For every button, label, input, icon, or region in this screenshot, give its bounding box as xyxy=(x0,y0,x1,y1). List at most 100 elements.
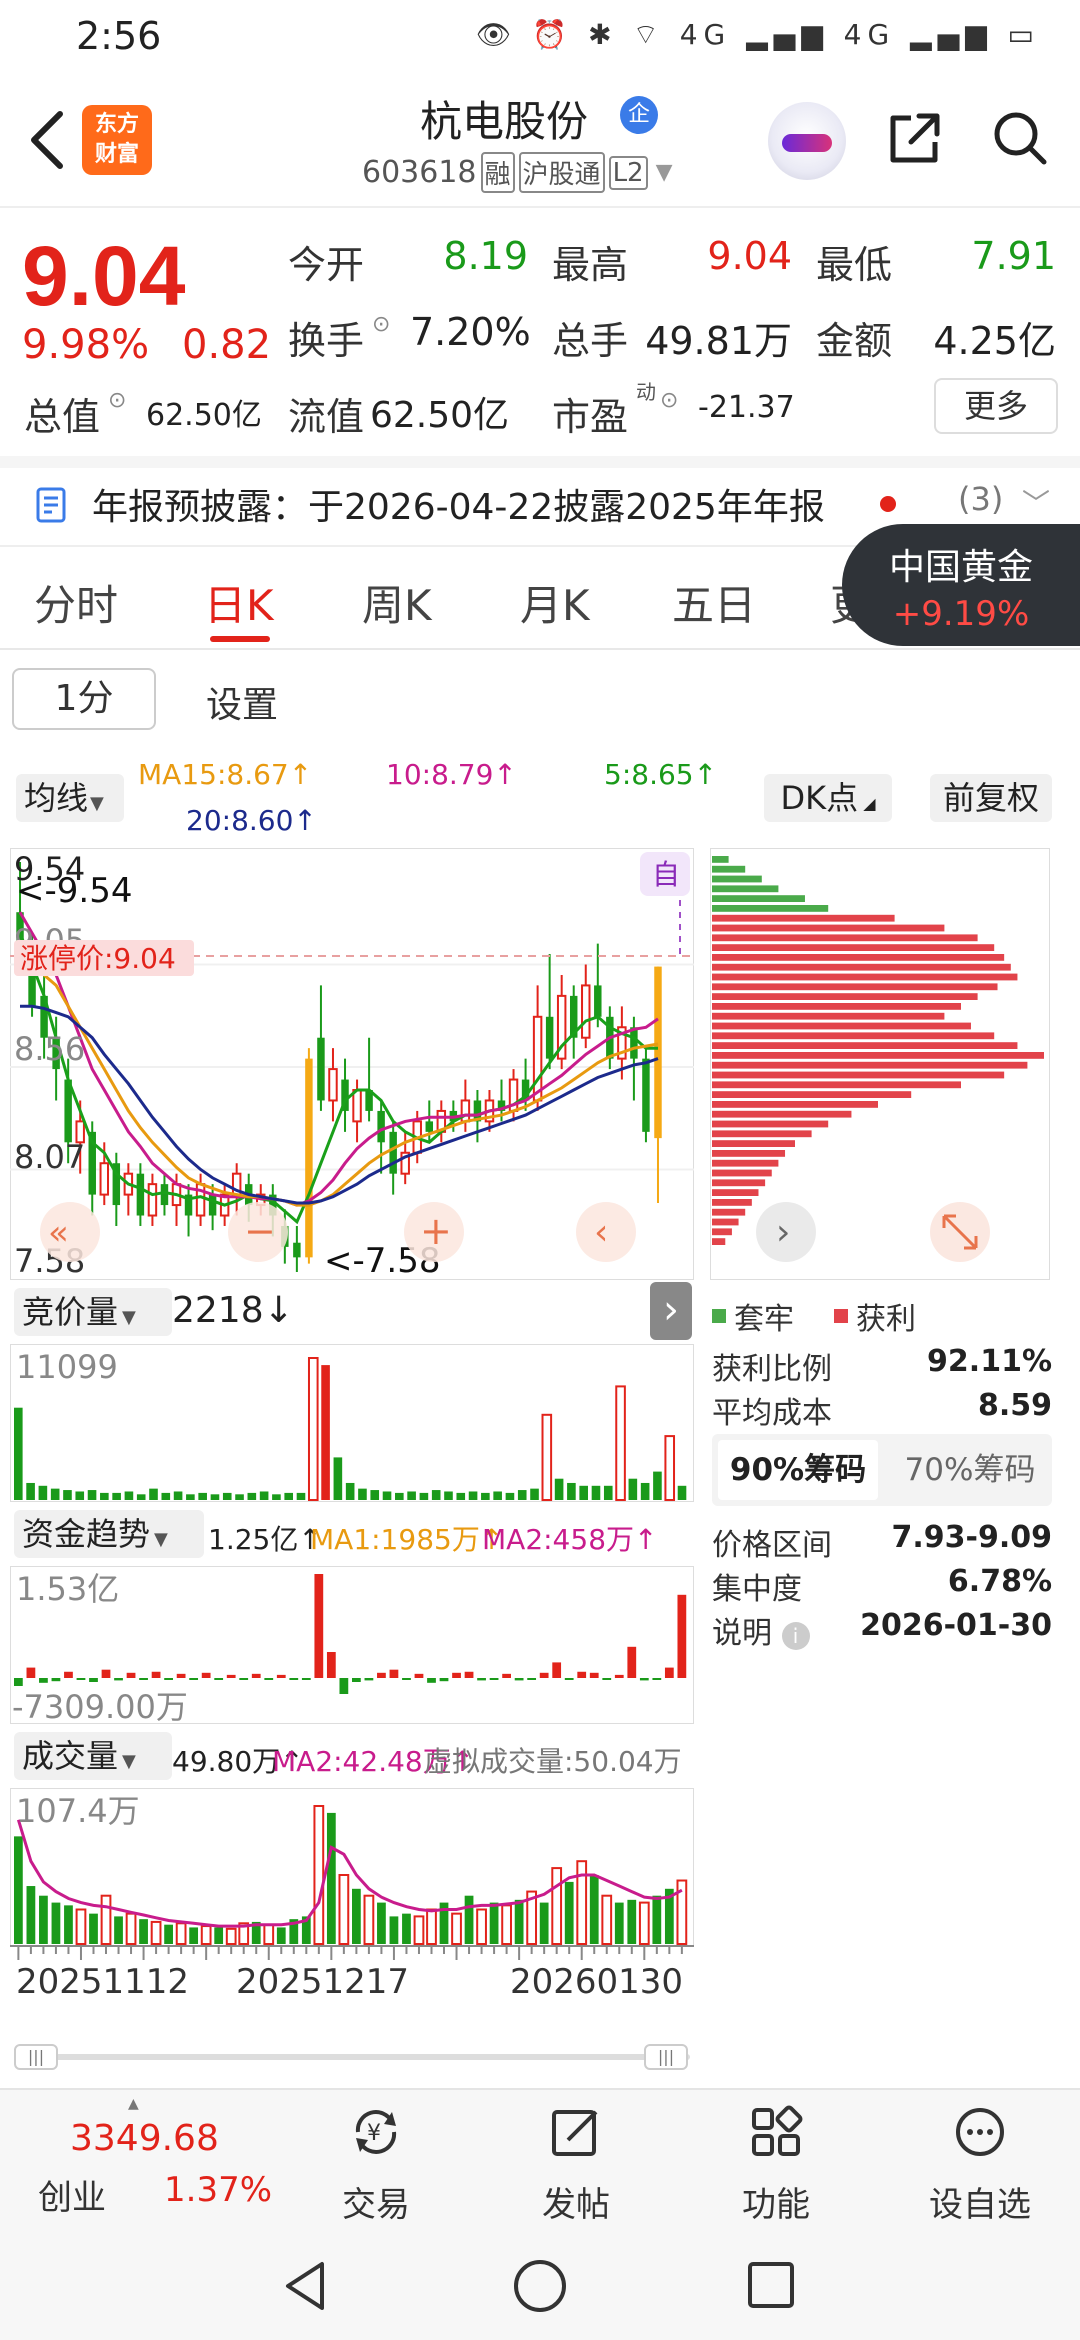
functions-button[interactable]: 功能 xyxy=(706,2104,846,2226)
collapse-triangle-icon[interactable]: ▲ xyxy=(128,2096,139,2112)
bar xyxy=(579,1485,588,1500)
change-percent: 9.98% xyxy=(22,322,150,368)
price-range-label: 价格区间 xyxy=(712,1528,832,1563)
open-value: 8.19 xyxy=(443,234,528,278)
tab-chips-70[interactable]: 70%筹码 xyxy=(890,1440,1050,1500)
date-label-end: 20260130 xyxy=(510,1962,684,2002)
candle-body xyxy=(654,966,662,1139)
candle-body xyxy=(581,984,591,1039)
bar xyxy=(358,1488,367,1500)
info-circle-icon[interactable]: ⊙ xyxy=(108,388,126,413)
sector-badge-gold[interactable]: 中国黄金 +9.19% xyxy=(842,524,1080,646)
ma-select[interactable]: 均线 ▼ xyxy=(16,774,124,822)
expand-button[interactable] xyxy=(930,1202,990,1262)
fund-ma1: MA1:1985万↑ xyxy=(310,1523,504,1556)
zoom-in-button[interactable]: + xyxy=(404,1202,464,1262)
more-button[interactable]: 更多 xyxy=(934,378,1058,434)
bar xyxy=(284,1492,294,1500)
bar xyxy=(514,1678,524,1681)
tab-monthly-k[interactable]: 月K xyxy=(520,572,590,633)
chevron-down-icon[interactable]: ﹀ xyxy=(1022,482,1050,522)
stock-code-row[interactable]: 603618 融 沪股通 L2 ▼ xyxy=(362,152,673,193)
dropdown-triangle-icon: ▼ xyxy=(154,1529,168,1550)
assistant-avatar[interactable] xyxy=(768,102,846,180)
tab-weekly-k[interactable]: 周K xyxy=(362,572,432,633)
kline-chart[interactable]: 9.54 9.05 8.56 8.07 7.58 <-9.54 涨停价:9.04… xyxy=(10,848,694,1280)
bar xyxy=(603,1485,613,1500)
trade-label: 交易 xyxy=(342,2185,410,2225)
trade-button[interactable]: ¥ 交易 xyxy=(306,2104,446,2226)
tab-five-day[interactable]: 五日 xyxy=(672,572,756,633)
svg-text:+: + xyxy=(420,1209,452,1253)
note-row[interactable]: 说明 i 2026-01-30 xyxy=(712,1608,1052,1652)
volume-bar xyxy=(652,1895,662,1944)
candle-body xyxy=(389,1131,397,1174)
more-dots-icon xyxy=(956,2108,1004,2156)
next-indicator-button[interactable]: › xyxy=(650,1282,692,1340)
settings-button[interactable]: 设置 xyxy=(206,676,278,728)
forward-adjust-button[interactable]: 前复权 xyxy=(930,774,1052,822)
fund-value: 1.25亿↑ xyxy=(208,1523,322,1556)
auction-select[interactable]: 竞价量 ▼ xyxy=(14,1288,172,1336)
chip-bar xyxy=(712,856,729,863)
rewind-button[interactable]: « xyxy=(40,1202,100,1262)
dk-point-button[interactable]: DK点 ◢ xyxy=(764,774,892,822)
chip-bar xyxy=(712,875,762,883)
scroll-handle-left[interactable]: ||| xyxy=(14,2044,58,2070)
bar xyxy=(640,1482,650,1500)
index-value[interactable]: 3349.68 xyxy=(70,2118,219,2159)
volume-bar xyxy=(389,1916,399,1944)
bar xyxy=(493,1491,502,1500)
volume-bar xyxy=(51,1902,61,1944)
volume-bar xyxy=(489,1902,499,1944)
tab-intraday[interactable]: 分时 xyxy=(34,572,118,633)
y-label-4: 8.07 xyxy=(14,1138,85,1176)
chip-bar xyxy=(712,1130,812,1138)
pe-dynamic-sup: 动 xyxy=(636,380,656,404)
status-time: 2:56 xyxy=(76,14,162,58)
chart-range-scrollbar[interactable]: ||| ||| xyxy=(14,2044,690,2070)
bar xyxy=(389,1669,399,1678)
bar xyxy=(189,1678,199,1680)
chip-bar xyxy=(712,914,895,922)
zoom-out-button[interactable]: − xyxy=(228,1202,288,1262)
search-icon[interactable] xyxy=(990,108,1050,168)
tab-chips-90[interactable]: 90%筹码 xyxy=(718,1440,878,1500)
bar xyxy=(139,1678,148,1680)
share-icon[interactable] xyxy=(885,108,945,168)
self-select-badge[interactable]: 自 xyxy=(652,858,680,891)
nav-recents-icon[interactable] xyxy=(746,2260,796,2310)
y-label-3: 8.56 xyxy=(14,1030,85,1068)
chip-bar xyxy=(712,865,746,873)
bar xyxy=(186,1494,195,1500)
scroll-handle-right[interactable]: ||| xyxy=(644,2044,688,2070)
bar xyxy=(226,1674,236,1678)
bar xyxy=(339,1678,349,1694)
volume-bar xyxy=(551,1867,563,1945)
period-button[interactable]: 1分 xyxy=(12,668,156,730)
bar xyxy=(89,1678,98,1682)
chips-distribution-chart[interactable]: › xyxy=(710,848,1050,1280)
nav-back-icon[interactable] xyxy=(282,2260,330,2312)
bar xyxy=(314,1574,324,1678)
bar xyxy=(589,1672,599,1678)
prev-button[interactable]: ‹ xyxy=(576,1202,636,1262)
auction-volume-chart: 11099 xyxy=(10,1344,694,1502)
back-arrow-icon[interactable] xyxy=(22,100,72,180)
open-label: 今开 xyxy=(288,243,365,287)
add-watchlist-button[interactable]: 设自选 xyxy=(910,2104,1050,2226)
info-circle-icon[interactable]: ⊙ xyxy=(660,388,678,413)
candle-body xyxy=(293,1242,301,1258)
nav-home-icon[interactable] xyxy=(512,2258,568,2314)
next-button[interactable]: › xyxy=(756,1202,816,1262)
post-button[interactable]: 发帖 xyxy=(506,2104,646,2226)
info-circle-icon[interactable]: ⊙ xyxy=(372,312,390,337)
volume-select[interactable]: 成交量 ▼ xyxy=(14,1732,172,1780)
sector-name: 中国黄金 xyxy=(888,547,1033,588)
fund-trend-select[interactable]: 资金趋势 ▼ xyxy=(14,1510,204,1558)
tab-daily-k[interactable]: 日K xyxy=(204,572,274,633)
info-icon[interactable]: i xyxy=(781,1622,810,1650)
profit-ratio-value: 92.11% xyxy=(927,1344,1052,1379)
volume-bar xyxy=(39,1895,48,1944)
index-name[interactable]: 创业 xyxy=(38,2170,106,2219)
